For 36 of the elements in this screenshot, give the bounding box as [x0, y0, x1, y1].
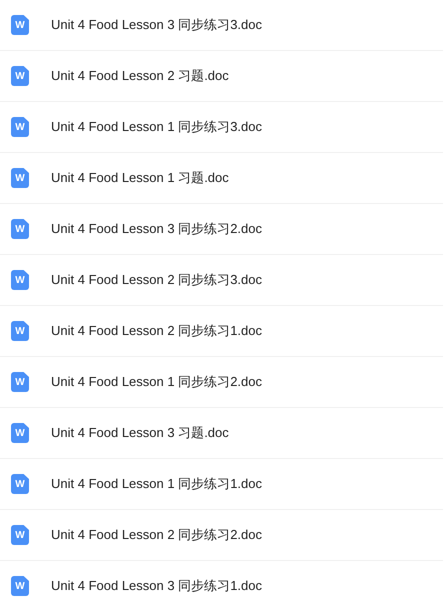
document-icon: W: [11, 15, 29, 35]
document-icon: W: [11, 219, 29, 239]
document-icon: W: [11, 321, 29, 341]
file-name: Unit 4 Food Lesson 1 同步练习3.doc: [51, 118, 262, 136]
file-row[interactable]: W Unit 4 Food Lesson 2 同步练习2.doc: [0, 510, 443, 561]
file-name: Unit 4 Food Lesson 3 同步练习3.doc: [51, 16, 262, 34]
document-icon: W: [11, 474, 29, 494]
file-row[interactable]: W Unit 4 Food Lesson 3 同步练习2.doc: [0, 204, 443, 255]
file-name: Unit 4 Food Lesson 2 同步练习1.doc: [51, 322, 262, 340]
document-icon: W: [11, 66, 29, 86]
file-row[interactable]: W Unit 4 Food Lesson 1 同步练习1.doc: [0, 459, 443, 510]
file-row[interactable]: W Unit 4 Food Lesson 1 同步练习3.doc: [0, 102, 443, 153]
document-icon: W: [11, 270, 29, 290]
file-name: Unit 4 Food Lesson 3 习题.doc: [51, 424, 229, 442]
file-row[interactable]: W Unit 4 Food Lesson 1 习题.doc: [0, 153, 443, 204]
file-row[interactable]: W Unit 4 Food Lesson 3 同步练习1.doc: [0, 561, 443, 611]
file-name: Unit 4 Food Lesson 1 同步练习1.doc: [51, 475, 262, 493]
file-name: Unit 4 Food Lesson 2 同步练习2.doc: [51, 526, 262, 544]
file-row[interactable]: W Unit 4 Food Lesson 2 同步练习1.doc: [0, 306, 443, 357]
document-icon: W: [11, 168, 29, 188]
file-row[interactable]: W Unit 4 Food Lesson 3 同步练习3.doc: [0, 0, 443, 51]
document-icon: W: [11, 576, 29, 596]
file-row[interactable]: W Unit 4 Food Lesson 2 同步练习3.doc: [0, 255, 443, 306]
file-name: Unit 4 Food Lesson 1 习题.doc: [51, 169, 229, 187]
file-row[interactable]: W Unit 4 Food Lesson 2 习题.doc: [0, 51, 443, 102]
file-name: Unit 4 Food Lesson 3 同步练习1.doc: [51, 577, 262, 595]
file-name: Unit 4 Food Lesson 2 同步练习3.doc: [51, 271, 262, 289]
file-name: Unit 4 Food Lesson 3 同步练习2.doc: [51, 220, 262, 238]
file-name: Unit 4 Food Lesson 1 同步练习2.doc: [51, 373, 262, 391]
file-name: Unit 4 Food Lesson 2 习题.doc: [51, 67, 229, 85]
file-row[interactable]: W Unit 4 Food Lesson 3 习题.doc: [0, 408, 443, 459]
document-icon: W: [11, 423, 29, 443]
document-icon: W: [11, 525, 29, 545]
document-icon: W: [11, 372, 29, 392]
document-icon: W: [11, 117, 29, 137]
file-row[interactable]: W Unit 4 Food Lesson 1 同步练习2.doc: [0, 357, 443, 408]
